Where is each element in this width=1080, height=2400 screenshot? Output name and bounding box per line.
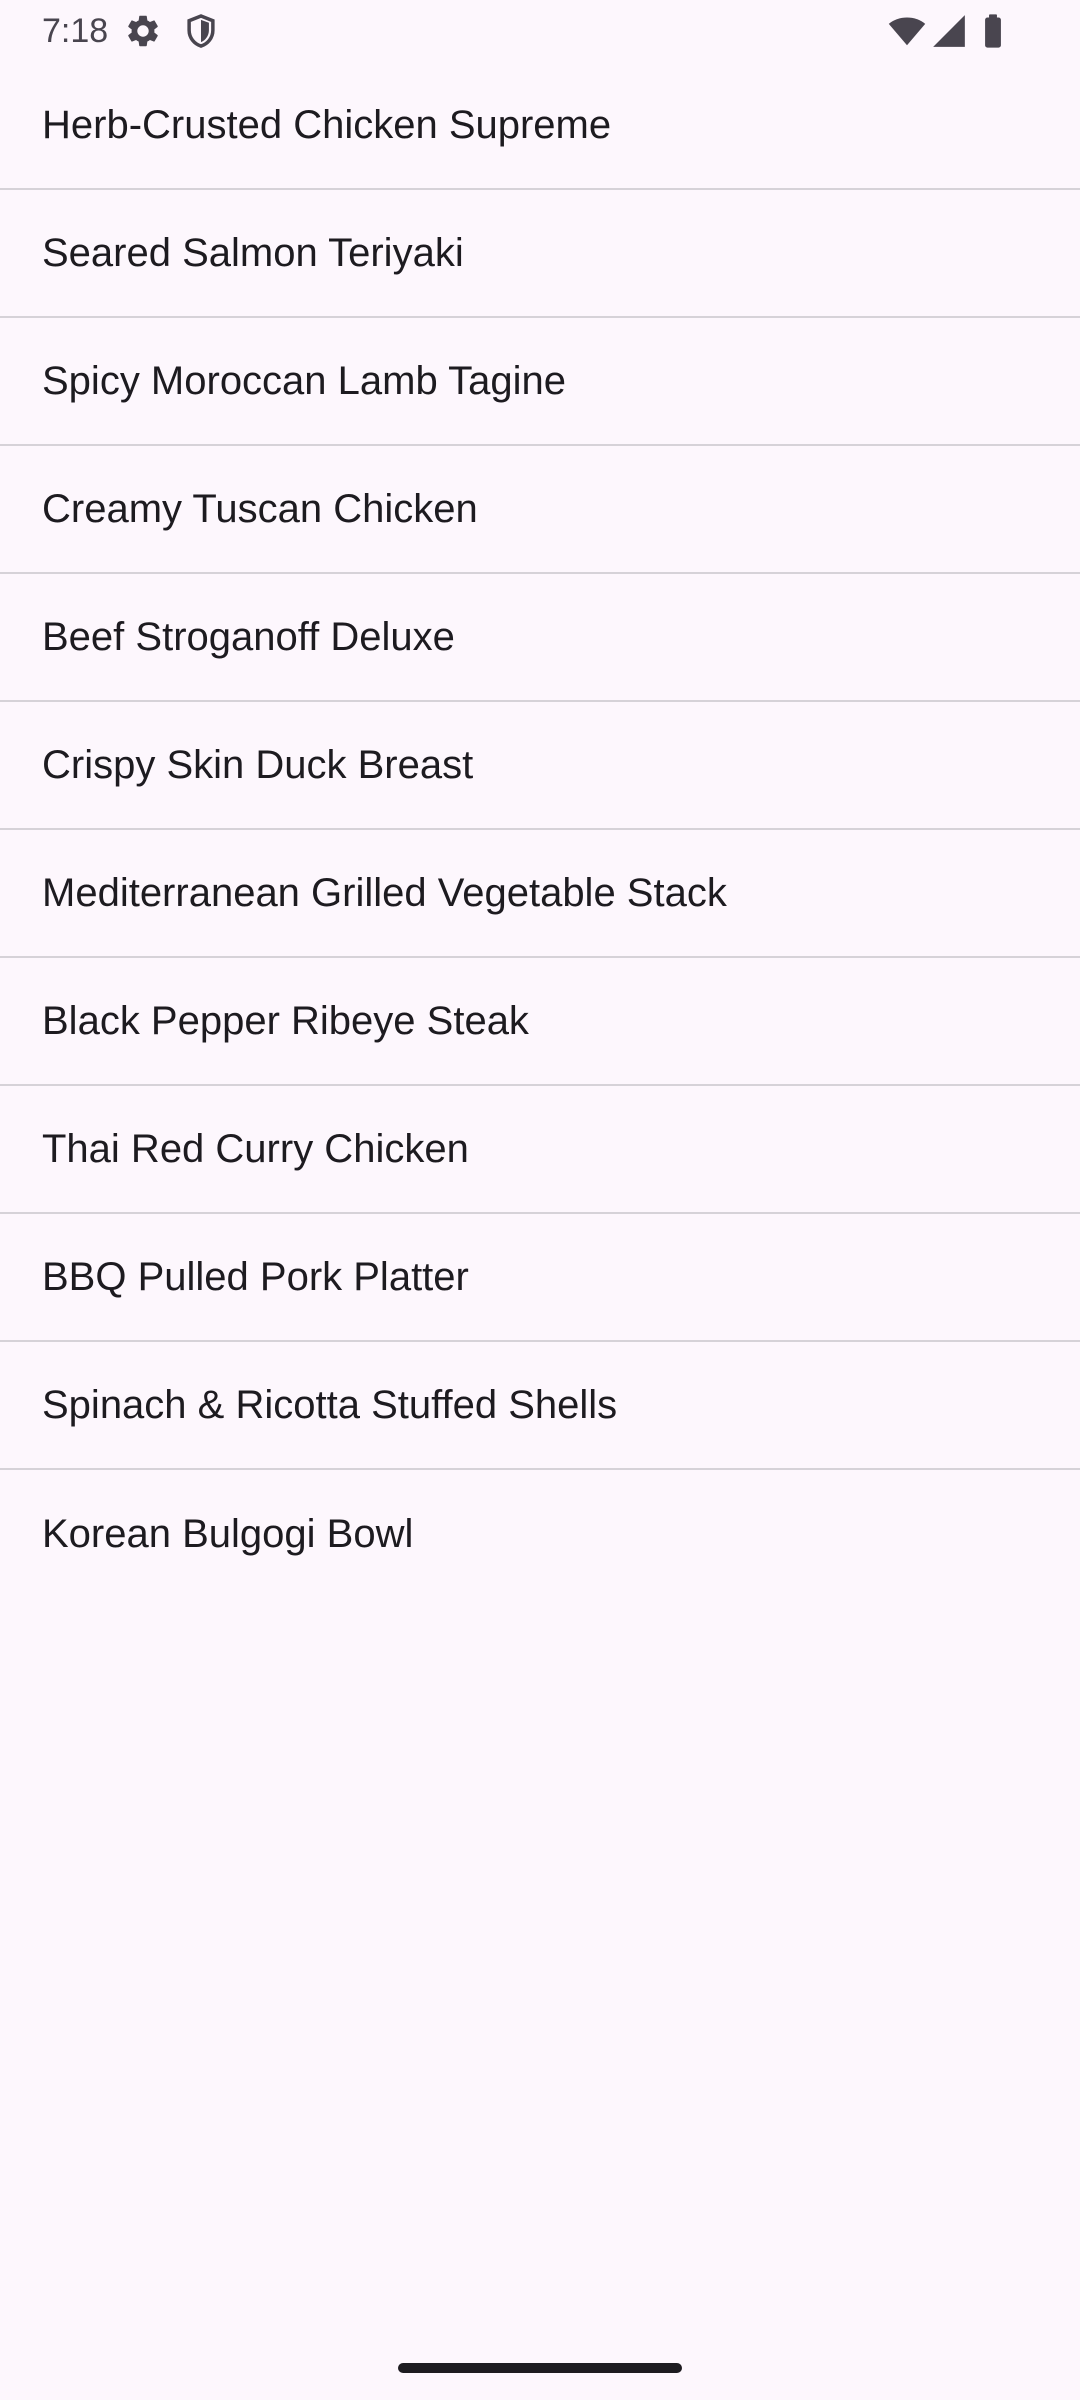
list-item[interactable]: Herb-Crusted Chicken Supreme [0, 62, 1080, 190]
list-item[interactable]: Thai Red Curry Chicken [0, 1086, 1080, 1214]
wifi-icon [888, 17, 926, 46]
list-item[interactable]: Beef Stroganoff Deluxe [0, 574, 1080, 702]
menu-list: Herb-Crusted Chicken Supreme Seared Salm… [0, 62, 1080, 1598]
list-item[interactable]: Spinach & Ricotta Stuffed Shells [0, 1342, 1080, 1470]
list-item[interactable]: Spicy Moroccan Lamb Tagine [0, 318, 1080, 446]
list-item-label: Seared Salmon Teriyaki [42, 231, 464, 275]
list-item-label: Thai Red Curry Chicken [42, 1127, 469, 1171]
status-time: 7:18 [42, 12, 109, 50]
list-item[interactable]: Creamy Tuscan Chicken [0, 446, 1080, 574]
status-bar: 7:18 [0, 0, 1080, 62]
list-item[interactable]: Mediterranean Grilled Vegetable Stack [0, 830, 1080, 958]
list-item-label: Herb-Crusted Chicken Supreme [42, 103, 612, 147]
list-item[interactable]: Korean Bulgogi Bowl [0, 1470, 1080, 1598]
list-item[interactable]: Crispy Skin Duck Breast [0, 702, 1080, 830]
list-item[interactable]: BBQ Pulled Pork Platter [0, 1214, 1080, 1342]
cellular-signal-icon [933, 15, 965, 47]
list-item-label: BBQ Pulled Pork Platter [42, 1255, 469, 1299]
list-item-label: Spinach & Ricotta Stuffed Shells [42, 1383, 618, 1427]
list-item[interactable]: Black Pepper Ribeye Steak [0, 958, 1080, 1086]
list-item-label: Mediterranean Grilled Vegetable Stack [42, 871, 727, 915]
list-item-label: Korean Bulgogi Bowl [42, 1512, 414, 1556]
list-item-label: Spicy Moroccan Lamb Tagine [42, 359, 566, 403]
shield-icon [187, 14, 215, 48]
list-item-label: Beef Stroganoff Deluxe [42, 615, 455, 659]
settings-gear-icon [128, 15, 158, 47]
gesture-navigation-handle[interactable] [398, 2363, 682, 2373]
list-item[interactable]: Seared Salmon Teriyaki [0, 190, 1080, 318]
list-item-label: Creamy Tuscan Chicken [42, 487, 478, 531]
list-item-label: Crispy Skin Duck Breast [42, 743, 474, 787]
battery-icon [985, 14, 1001, 48]
list-item-label: Black Pepper Ribeye Steak [42, 999, 529, 1043]
